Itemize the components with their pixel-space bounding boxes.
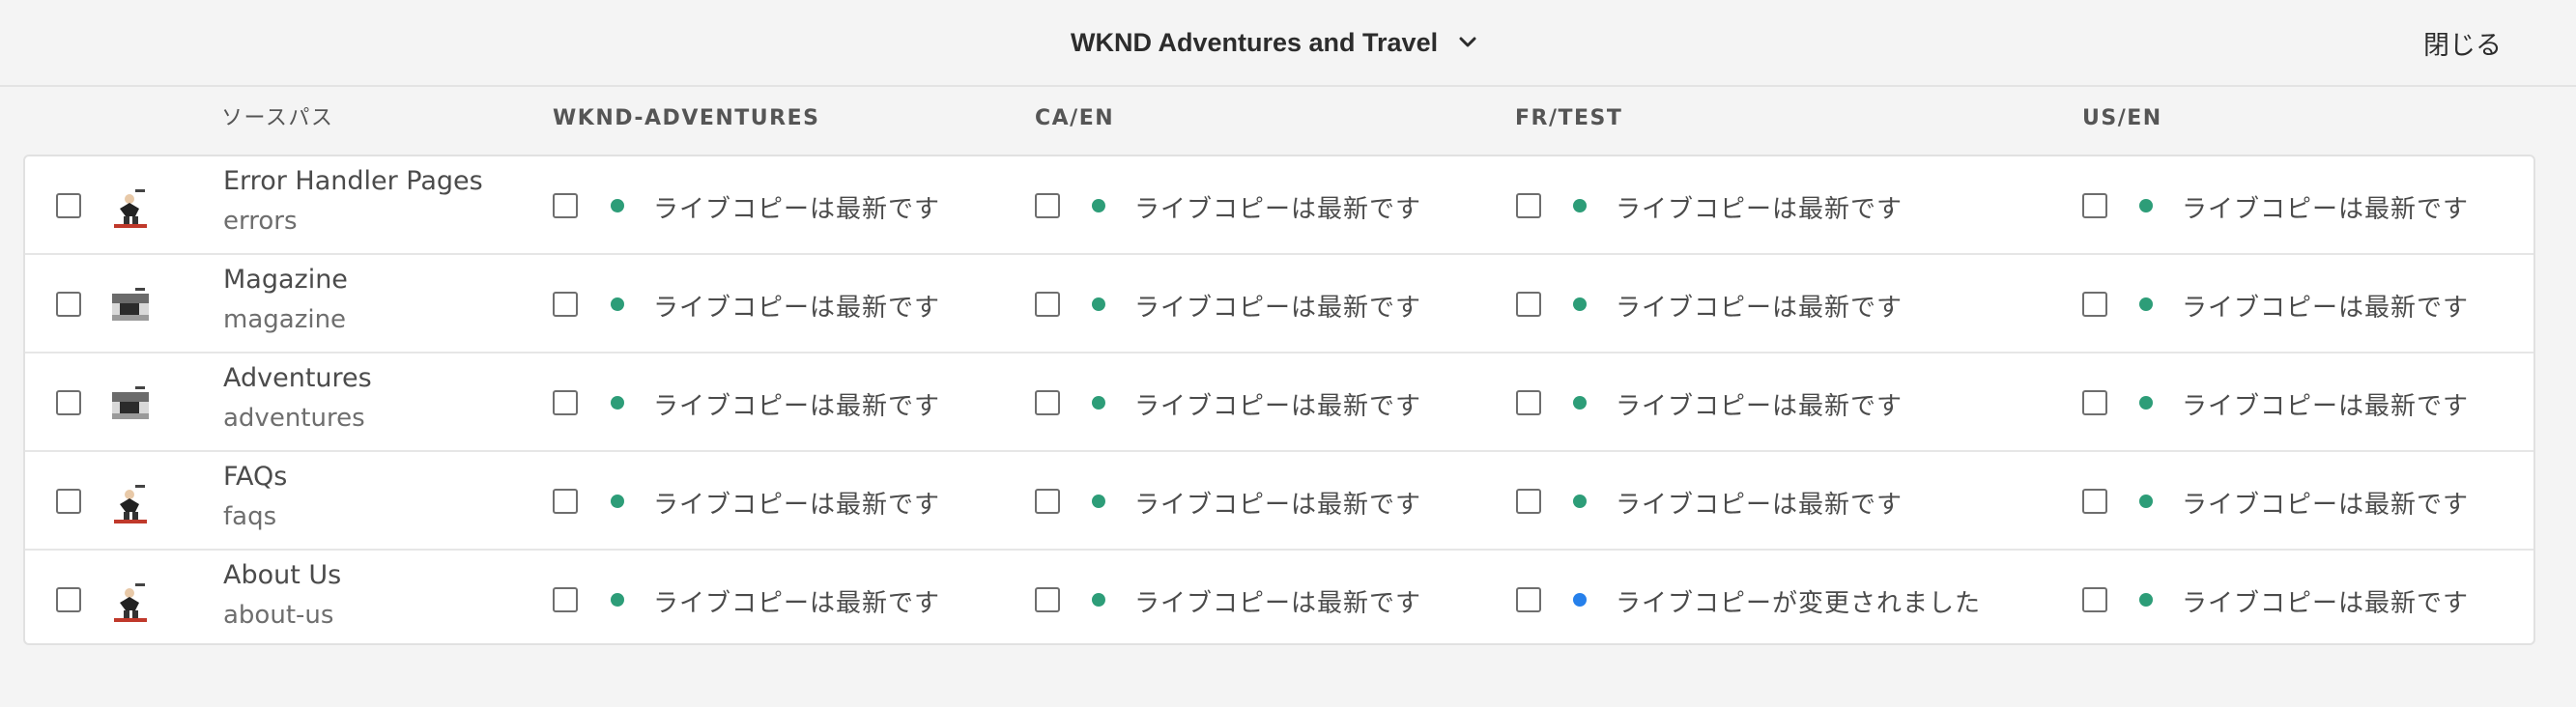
page-path: magazine [223, 305, 347, 334]
target-select-checkbox[interactable] [1516, 489, 1541, 514]
page-path: about-us [223, 601, 334, 630]
status-up-to-date-icon [1092, 593, 1105, 607]
live-copy-status: ライブコピーは最新です [653, 589, 941, 618]
live-copy-status: ライブコピーは最新です [2182, 491, 2470, 520]
status-up-to-date-icon [1092, 297, 1105, 311]
live-copy-status: ライブコピーは最新です [1134, 589, 1422, 618]
status-up-to-date-icon [2139, 593, 2153, 607]
status-up-to-date-icon [1092, 495, 1105, 508]
page-title: About Us [223, 560, 342, 590]
page-title: FAQs [223, 462, 288, 492]
status-up-to-date-icon [611, 593, 624, 607]
status-up-to-date-icon [1573, 199, 1587, 212]
row-select-checkbox[interactable] [56, 292, 81, 317]
page-title: Error Handler Pages [223, 166, 483, 196]
status-up-to-date-icon [1092, 199, 1105, 212]
table-row: About Us about-us ライブコピーは最新です ライブコピーは最新です ライ… [25, 551, 2533, 649]
skater-thumbnail [106, 483, 155, 525]
target-select-checkbox[interactable] [1516, 390, 1541, 415]
page-path: errors [223, 207, 298, 236]
page-title: Magazine [223, 265, 348, 295]
top-bar: WKND Adventures and Travel 閉じる [0, 0, 2576, 87]
status-up-to-date-icon [1573, 396, 1587, 410]
live-copy-status: ライブコピーは最新です [2182, 195, 2470, 224]
live-copy-status: ライブコピーは最新です [1134, 491, 1422, 520]
status-up-to-date-icon [611, 199, 624, 212]
status-up-to-date-icon [2139, 396, 2153, 410]
target-select-checkbox[interactable] [1035, 390, 1060, 415]
site-selector-dropdown[interactable]: WKND Adventures and Travel [1071, 23, 1478, 62]
target-select-checkbox[interactable] [2082, 489, 2107, 514]
column-header-source-path: ソースパス [221, 106, 334, 130]
live-copy-table: Error Handler Pages errors ライブコピーは最新です ライブコ… [23, 155, 2535, 645]
target-select-checkbox[interactable] [2082, 390, 2107, 415]
target-select-checkbox[interactable] [1035, 193, 1060, 218]
live-copy-status: ライブコピーは最新です [1134, 392, 1422, 421]
table-row: Adventures adventures ライブコピーは最新です ライブコピーは最新… [25, 354, 2533, 452]
target-select-checkbox[interactable] [1516, 193, 1541, 218]
target-select-checkbox[interactable] [2082, 292, 2107, 317]
live-copy-status: ライブコピーは最新です [2182, 294, 2470, 323]
live-copy-status: ライブコピーは最新です [2182, 589, 2470, 618]
target-select-checkbox[interactable] [2082, 587, 2107, 612]
live-copy-status: ライブコピーは最新です [653, 491, 941, 520]
live-copy-status: ライブコピーは最新です [653, 294, 941, 323]
target-select-checkbox[interactable] [1035, 292, 1060, 317]
live-copy-status: ライブコピーは最新です [1134, 294, 1422, 323]
live-copy-status: ライブコピーが変更されました [1616, 589, 1982, 618]
landscape-thumbnail [106, 286, 155, 328]
target-select-checkbox[interactable] [553, 193, 578, 218]
row-select-checkbox[interactable] [56, 193, 81, 218]
column-header-target: WKND-ADVENTURES [553, 106, 820, 130]
status-up-to-date-icon [2139, 199, 2153, 212]
live-copy-status: ライブコピーは最新です [1616, 294, 1903, 323]
status-up-to-date-icon [1573, 495, 1587, 508]
skater-thumbnail [106, 187, 155, 230]
target-select-checkbox[interactable] [2082, 193, 2107, 218]
status-up-to-date-icon [1573, 297, 1587, 311]
chevron-down-icon [1459, 37, 1476, 47]
column-header-target: CA/EN [1035, 106, 1115, 130]
site-selector-label: WKND Adventures and Travel [1071, 27, 1439, 57]
target-select-checkbox[interactable] [1035, 489, 1060, 514]
table-row: Error Handler Pages errors ライブコピーは最新です ライブコ… [25, 156, 2533, 255]
target-select-checkbox[interactable] [553, 390, 578, 415]
row-select-checkbox[interactable] [56, 489, 81, 514]
table-row: Magazine magazine ライブコピーは最新です ライブコピーは最新です ライ… [25, 255, 2533, 354]
live-copy-status: ライブコピーは最新です [1616, 392, 1903, 421]
status-up-to-date-icon [611, 396, 624, 410]
status-up-to-date-icon [2139, 297, 2153, 311]
table-row: FAQs faqs ライブコピーは最新です ライブコピーは最新です ライブコピーは最新で… [25, 452, 2533, 551]
landscape-thumbnail [106, 384, 155, 427]
page-path: faqs [223, 502, 277, 531]
column-header-target: US/EN [2082, 106, 2162, 130]
page-path: adventures [223, 404, 365, 433]
status-up-to-date-icon [611, 495, 624, 508]
live-copy-status: ライブコピーは最新です [653, 392, 941, 421]
live-copy-status: ライブコピーは最新です [1616, 195, 1903, 224]
target-select-checkbox[interactable] [1035, 587, 1060, 612]
live-copy-status: ライブコピーは最新です [1616, 491, 1903, 520]
live-copy-status: ライブコピーは最新です [1134, 195, 1422, 224]
live-copy-status: ライブコピーは最新です [2182, 392, 2470, 421]
target-select-checkbox[interactable] [553, 587, 578, 612]
skater-thumbnail [106, 581, 155, 624]
status-modified-icon [1573, 593, 1587, 607]
live-copy-status: ライブコピーは最新です [653, 195, 941, 224]
target-select-checkbox[interactable] [553, 292, 578, 317]
row-select-checkbox[interactable] [56, 587, 81, 612]
target-select-checkbox[interactable] [1516, 292, 1541, 317]
status-up-to-date-icon [2139, 495, 2153, 508]
column-header-target: FR/TEST [1515, 106, 1623, 130]
close-button[interactable]: 閉じる [2423, 23, 2502, 62]
target-select-checkbox[interactable] [553, 489, 578, 514]
status-up-to-date-icon [1092, 396, 1105, 410]
page-title: Adventures [223, 363, 372, 393]
status-up-to-date-icon [611, 297, 624, 311]
target-select-checkbox[interactable] [1516, 587, 1541, 612]
row-select-checkbox[interactable] [56, 390, 81, 415]
